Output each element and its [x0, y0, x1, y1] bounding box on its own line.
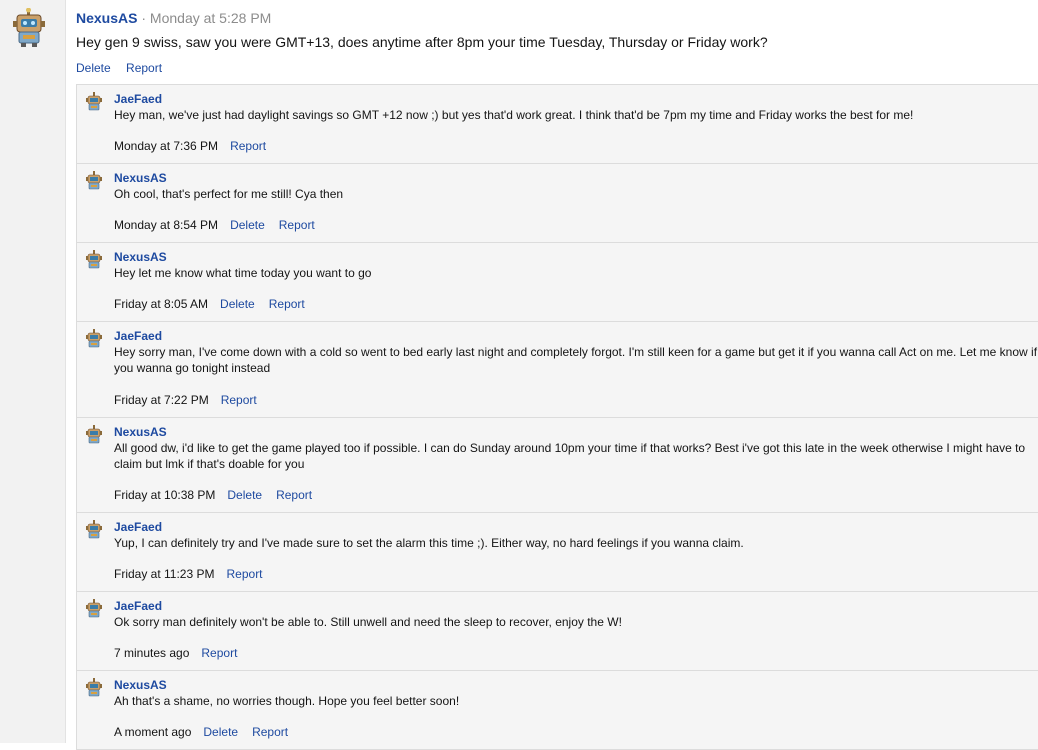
report-comment-button[interactable]: Report: [252, 725, 288, 739]
report-comment-button[interactable]: Report: [279, 218, 315, 232]
robot-avatar-icon[interactable]: [84, 250, 104, 270]
comment-actions: Friday at 11:23 PM Report: [114, 566, 277, 582]
report-post-button[interactable]: Report: [126, 61, 162, 75]
comment-actions: 7 minutes ago Report: [114, 645, 251, 661]
comment-text: Hey let me know what time today you want…: [114, 266, 372, 280]
comment-text: Ok sorry man definitely won't be able to…: [114, 615, 622, 629]
comment-author-link[interactable]: NexusAS: [114, 170, 1038, 186]
robot-avatar-icon[interactable]: [84, 171, 104, 191]
comment-actions: A moment ago Delete Report: [114, 724, 302, 740]
comment-author-link[interactable]: NexusAS: [114, 249, 1038, 265]
robot-avatar-icon[interactable]: [84, 520, 104, 540]
comment-actions: Friday at 7:22 PM Report: [114, 392, 271, 408]
comment-actions: Monday at 7:36 PM Report: [114, 138, 280, 154]
report-comment-button[interactable]: Report: [221, 393, 257, 407]
delete-post-button[interactable]: Delete: [76, 61, 111, 75]
delete-comment-button[interactable]: Delete: [230, 218, 265, 232]
comment-item: NexusAS Hey let me know what time today …: [77, 243, 1038, 322]
left-gutter: [0, 0, 66, 743]
delete-comment-button[interactable]: Delete: [227, 488, 262, 502]
report-comment-button[interactable]: Report: [227, 567, 263, 581]
comment-list: JaeFaed Hey man, we've just had daylight…: [76, 84, 1038, 750]
robot-avatar-icon[interactable]: [84, 92, 104, 112]
post-text: Hey gen 9 swiss, saw you were GMT+13, do…: [76, 34, 768, 50]
comment-timestamp: Friday at 11:23 PM: [114, 567, 215, 581]
report-comment-button[interactable]: Report: [230, 139, 266, 153]
comment-text: Oh cool, that's perfect for me still! Cy…: [114, 187, 344, 201]
comment-timestamp: Friday at 8:05 AM: [114, 297, 209, 311]
main-post: NexusAS · Monday at 5:28 PM Hey gen 9 sw…: [76, 8, 1038, 75]
robot-avatar-icon[interactable]: [84, 425, 104, 445]
post-author-link[interactable]: NexusAS: [76, 10, 137, 26]
post-timestamp: Monday at 5:28 PM: [149, 10, 272, 26]
comment-text: Ah that's a shame, no worries though. Ho…: [114, 694, 460, 708]
comment-timestamp: Monday at 7:36 PM: [114, 139, 219, 153]
robot-avatar-icon[interactable]: [84, 599, 104, 619]
header-separator: ·: [141, 10, 147, 26]
robot-avatar-icon[interactable]: [84, 329, 104, 349]
comment-text: Yup, I can definitely try and I've made …: [114, 536, 744, 550]
comment-author-link[interactable]: JaeFaed: [114, 598, 1038, 614]
post-header: NexusAS · Monday at 5:28 PM: [76, 8, 1038, 28]
comment-timestamp: Friday at 10:38 PM: [114, 488, 216, 502]
comment-actions: Friday at 8:05 AM Delete Report: [114, 296, 319, 312]
comment-actions: Monday at 8:54 PM Delete Report: [114, 217, 329, 233]
comment-timestamp: Monday at 8:54 PM: [114, 218, 219, 232]
comment-author-link[interactable]: JaeFaed: [114, 328, 1038, 344]
report-comment-button[interactable]: Report: [276, 488, 312, 502]
post-actions: Delete Report: [76, 61, 1038, 75]
delete-comment-button[interactable]: Delete: [203, 725, 238, 739]
report-comment-button[interactable]: Report: [269, 297, 305, 311]
comment-item: JaeFaed Hey sorry man, I've come down wi…: [77, 322, 1038, 418]
comment-author-link[interactable]: JaeFaed: [114, 91, 1038, 107]
comment-item: NexusAS Ah that's a shame, no worries th…: [77, 671, 1038, 750]
comment-text: Hey sorry man, I've come down with a col…: [114, 345, 1038, 375]
comment-item: NexusAS All good dw, i'd like to get the…: [77, 418, 1038, 513]
comment-text: All good dw, i'd like to get the game pl…: [114, 441, 1026, 471]
comment-item: JaeFaed Yup, I can definitely try and I'…: [77, 513, 1038, 592]
comment-author-link[interactable]: NexusAS: [114, 677, 1038, 693]
comment-actions: Friday at 10:38 PM Delete Report: [114, 487, 326, 503]
comment-timestamp: A moment ago: [114, 725, 192, 739]
comment-item: JaeFaed Hey man, we've just had daylight…: [77, 85, 1038, 164]
comment-author-link[interactable]: JaeFaed: [114, 519, 1038, 535]
comment-author-link[interactable]: NexusAS: [114, 424, 1038, 440]
robot-avatar-icon[interactable]: [10, 7, 50, 48]
delete-comment-button[interactable]: Delete: [220, 297, 255, 311]
comment-item: JaeFaed Ok sorry man definitely won't be…: [77, 592, 1038, 671]
robot-avatar-icon[interactable]: [84, 678, 104, 698]
comment-text: Hey man, we've just had daylight savings…: [114, 108, 914, 122]
comment-timestamp: Friday at 7:22 PM: [114, 393, 209, 407]
comment-item: NexusAS Oh cool, that's perfect for me s…: [77, 164, 1038, 243]
report-comment-button[interactable]: Report: [201, 646, 237, 660]
comment-timestamp: 7 minutes ago: [114, 646, 190, 660]
